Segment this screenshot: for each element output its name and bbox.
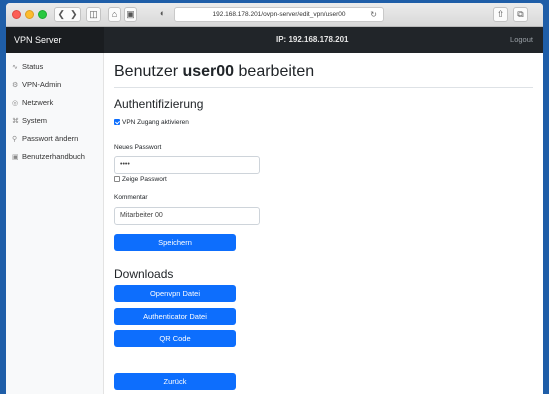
sidebar-item-label: Benutzerhandbuch <box>22 152 85 161</box>
sidebar-item-label: Passwort ändern <box>22 134 79 143</box>
password-value: •••• <box>120 161 130 168</box>
command-icon: ⌘ <box>12 118 19 125</box>
top-navbar: VPN Server IP: 192.168.178.201 Logout <box>6 27 543 53</box>
sidebar-item-label: Netzwerk <box>22 98 54 107</box>
sidebar-item-vpn-admin[interactable]: ⚙ VPN-Admin <box>12 79 61 91</box>
downloads-heading: Downloads <box>114 267 174 281</box>
save-button[interactable]: Speichern <box>114 234 236 251</box>
sidebar-item-netzwerk[interactable]: ◎ Netzwerk <box>12 97 53 109</box>
reader-button[interactable]: ▣ <box>124 7 137 22</box>
vpn-access-label: VPN Zugang aktivieren <box>122 119 189 126</box>
sidebar: ∿ Status ⚙ VPN-Admin ◎ Netzwerk ⌘ System ⚲ Pa… <box>6 53 104 394</box>
home-button[interactable]: ⌂ <box>108 7 121 22</box>
zoom-window-button[interactable] <box>38 10 47 19</box>
browser-window: ❮ ❯ ◫ ⌂ ▣ ◐ 192.168.178.201/ovpn-server/… <box>6 3 543 394</box>
url-text: 192.168.178.201/ovpn-server/edit_vpn/use… <box>212 11 346 18</box>
logout-link[interactable]: Logout <box>510 27 533 53</box>
sidebar-item-label: VPN-Admin <box>22 80 62 89</box>
reload-icon[interactable]: ↻ <box>370 8 377 22</box>
globe-icon: ◎ <box>12 100 19 107</box>
home-icon: ⌂ <box>111 9 118 19</box>
browser-toolbar: ❮ ❯ ◫ ⌂ ▣ ◐ 192.168.178.201/ovpn-server/… <box>6 3 543 27</box>
minimize-window-button[interactable] <box>25 10 34 19</box>
comment-input[interactable]: Mitarbeiter 00 <box>114 207 260 225</box>
title-divider <box>114 87 533 88</box>
share-button[interactable]: ⇧ <box>493 7 508 22</box>
sidebar-item-label: System <box>22 116 48 125</box>
vpn-access-checkbox[interactable]: VPN Zugang aktivieren <box>114 119 189 127</box>
main-content: Benutzer user00 bearbeiten Authentifizie… <box>104 53 543 394</box>
sidebar-item-status[interactable]: ∿ Status <box>12 61 43 73</box>
address-bar[interactable]: 192.168.178.201/ovpn-server/edit_vpn/use… <box>174 7 384 22</box>
title-username: user00 <box>182 63 235 80</box>
sidebar-item-system[interactable]: ⌘ System <box>12 115 47 127</box>
sidebar-icon: ◫ <box>89 9 98 19</box>
sidebar-item-benutzerhandbuch[interactable]: ▣ Benutzerhandbuch <box>12 151 85 163</box>
show-password-checkbox[interactable]: Zeige Passwort <box>114 176 167 184</box>
tabs-button[interactable]: ⧉ <box>513 7 528 22</box>
close-window-button[interactable] <box>12 10 21 19</box>
shield-icon: ◐ <box>159 8 166 18</box>
key-icon: ⚲ <box>12 136 18 143</box>
server-ip-label: IP: 192.168.178.201 <box>276 35 349 44</box>
password-label: Neues Passwort <box>114 144 162 151</box>
title-prefix: Benutzer <box>114 63 183 80</box>
back-button[interactable]: Zurück <box>114 373 236 390</box>
qr-code-button[interactable]: QR Code <box>114 330 236 347</box>
checkbox-unchecked-icon[interactable] <box>114 176 120 182</box>
authenticator-file-button[interactable]: Authenticator Datei <box>114 308 236 325</box>
chevron-left-icon[interactable]: ❮ <box>57 9 65 19</box>
back-forward-buttons[interactable]: ❮ ❯ <box>54 7 81 22</box>
activity-icon: ∿ <box>12 64 18 71</box>
checkbox-checked-icon[interactable] <box>114 119 120 125</box>
title-suffix: bearbeiten <box>234 63 315 80</box>
tabs-icon: ⧉ <box>517 9 524 19</box>
share-icon: ⇧ <box>496 9 505 19</box>
openvpn-file-button[interactable]: Openvpn Datei <box>114 285 236 302</box>
password-input[interactable]: •••• <box>114 156 260 174</box>
settings-icon: ⚙ <box>12 82 19 89</box>
show-password-label: Zeige Passwort <box>122 176 167 183</box>
page-title: Benutzer user00 bearbeiten <box>114 63 314 81</box>
sidebar-item-label: Status <box>22 62 44 71</box>
sidebar-item-passwort-aendern[interactable]: ⚲ Passwort ändern <box>12 133 78 145</box>
chevron-right-icon[interactable]: ❯ <box>70 9 78 19</box>
sidebar-toggle-button[interactable]: ◫ <box>86 7 101 22</box>
brand-link[interactable]: VPN Server <box>6 27 104 53</box>
auth-heading: Authentifizierung <box>114 97 204 111</box>
reader-icon: ▣ <box>126 9 135 19</box>
comment-label: Kommentar <box>114 194 148 201</box>
comment-value: Mitarbeiter 00 <box>120 212 163 219</box>
book-icon: ▣ <box>12 154 19 161</box>
privacy-button[interactable]: ◐ <box>156 7 169 22</box>
